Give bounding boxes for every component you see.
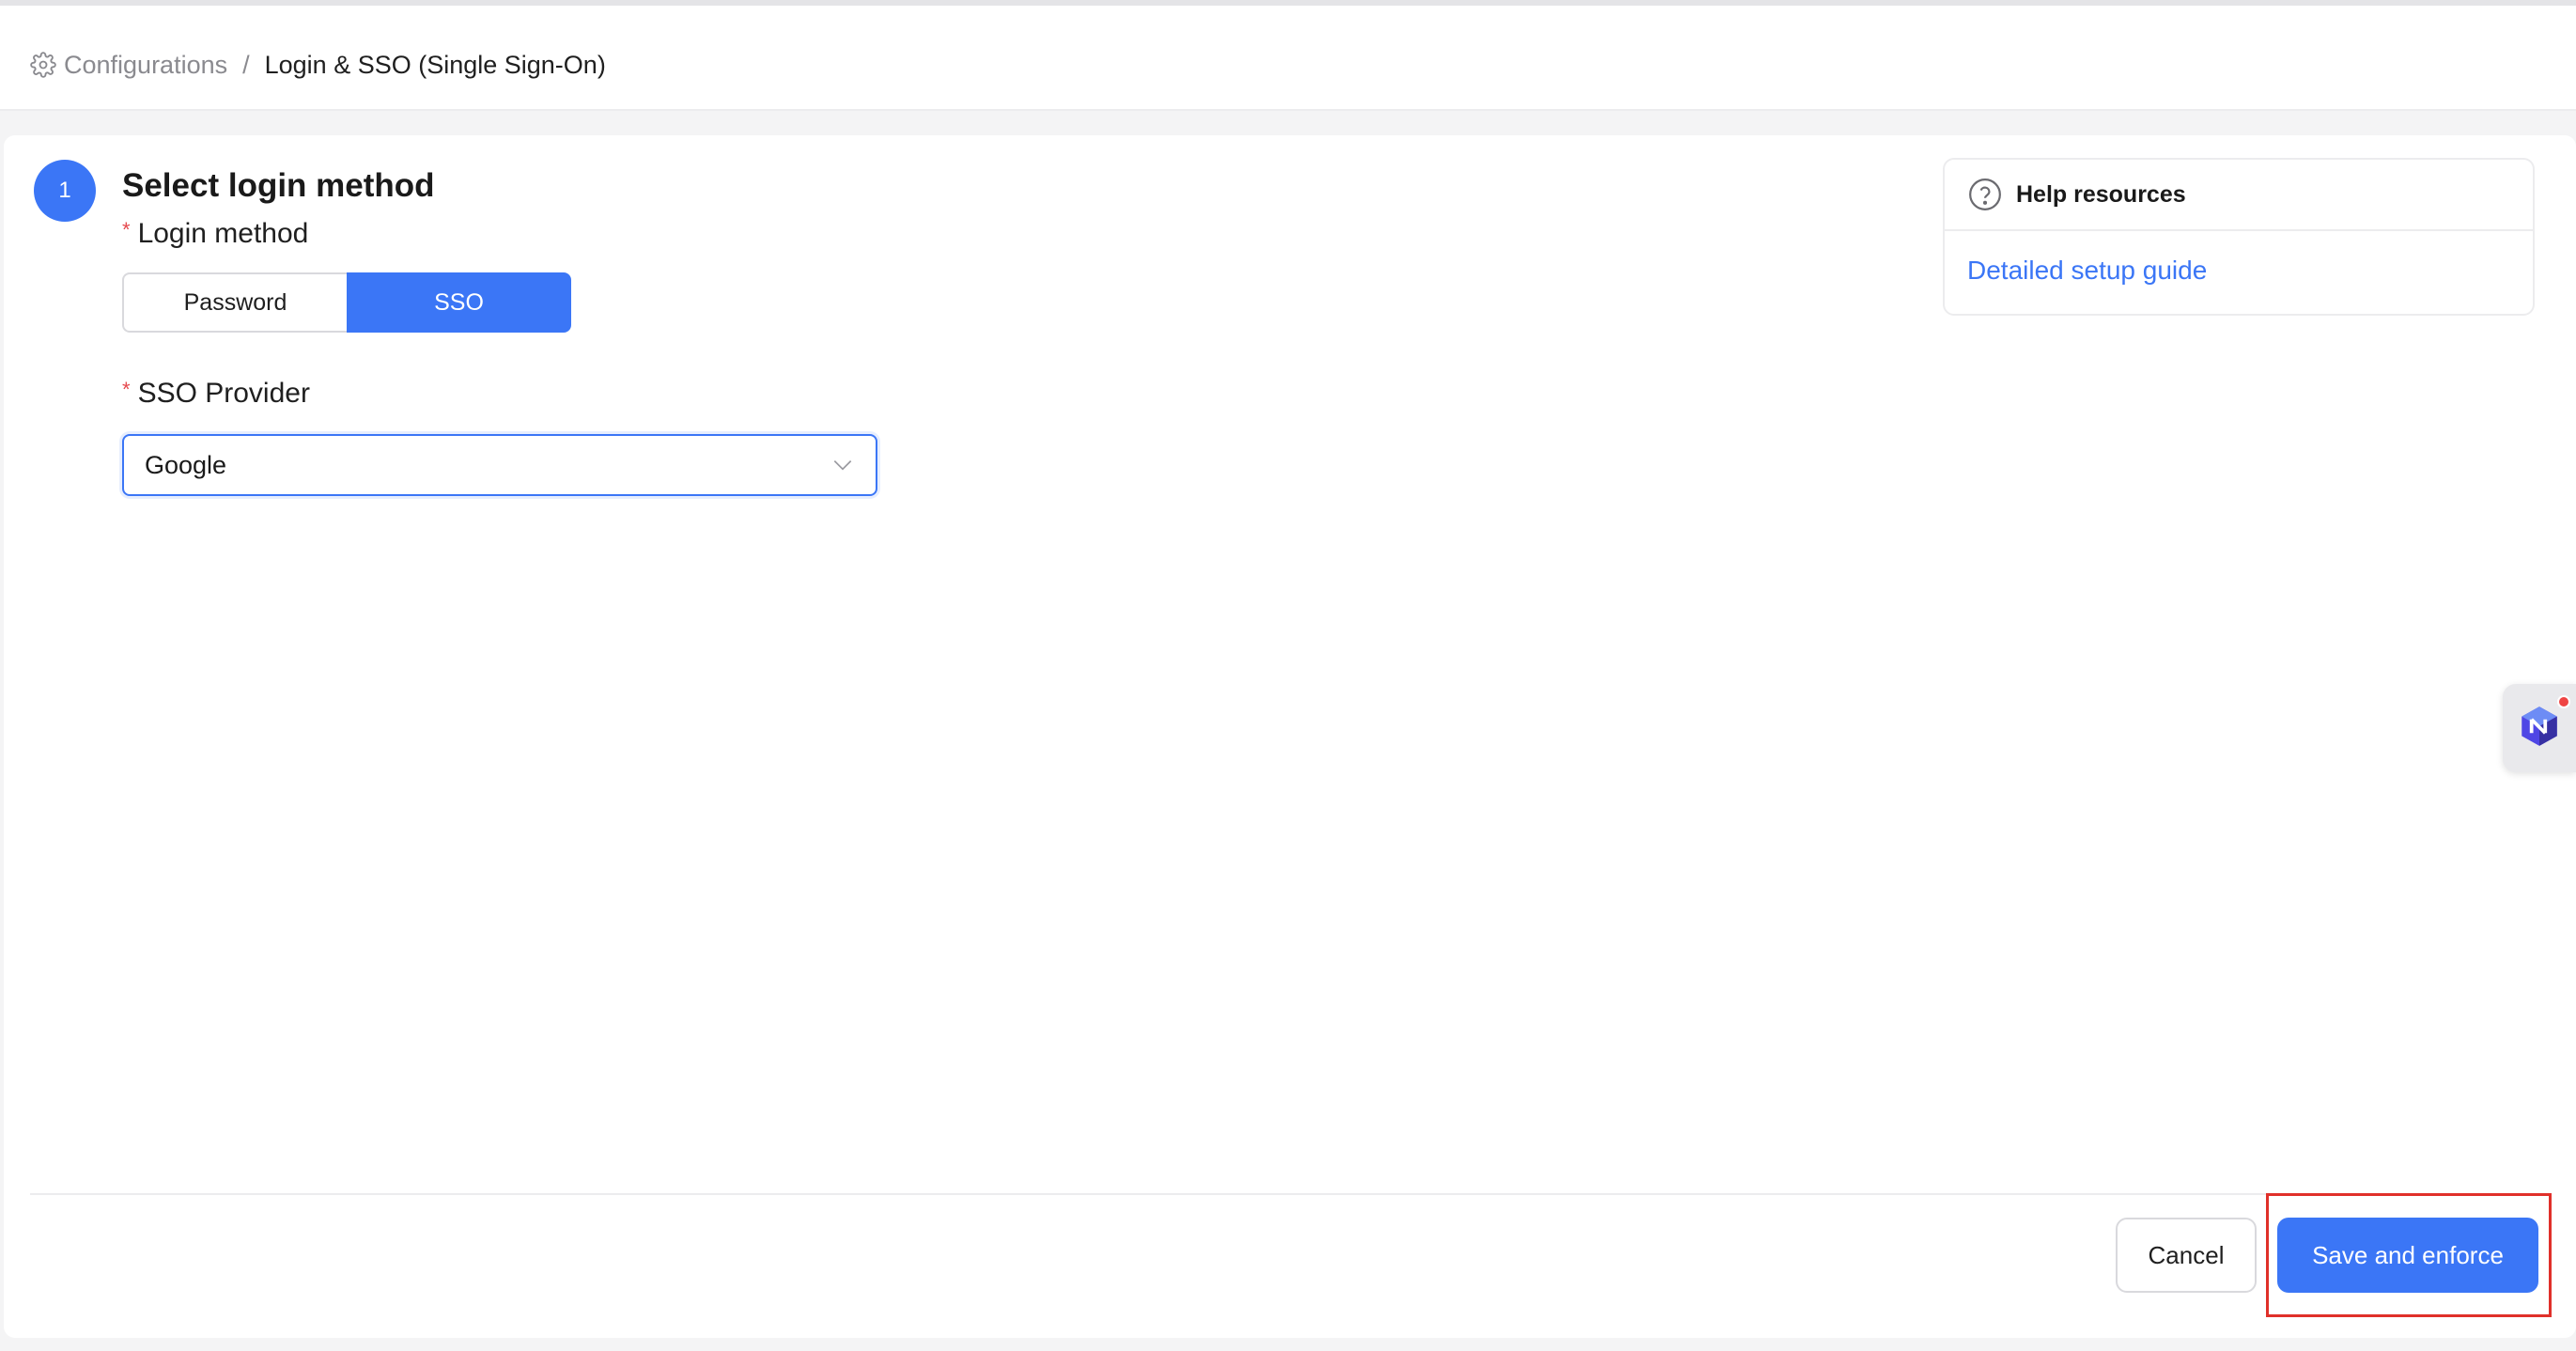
gear-icon [30,52,56,78]
notification-dot [2557,695,2570,708]
detailed-setup-guide-link[interactable]: Detailed setup guide [1945,231,2533,286]
save-and-enforce-button[interactable]: Save and enforce [2277,1218,2538,1293]
assistant-logo-icon [2516,703,2563,754]
assistant-widget-button[interactable] [2503,684,2576,772]
footer-divider [30,1193,2550,1195]
step-number-badge: 1 [34,160,96,222]
breadcrumb-current: Login & SSO (Single Sign-On) [264,50,606,79]
required-mark: * [122,378,131,401]
sso-provider-value: Google [145,450,227,479]
help-resources-panel: Help resources Detailed setup guide [1943,158,2535,316]
help-resources-title: Help resources [2016,180,2186,208]
question-circle-icon [1967,177,2003,212]
login-method-password-option[interactable]: Password [122,272,347,333]
sso-provider-select[interactable]: Google [122,434,877,496]
login-settings-card: 1 Select login method * Login method Pass… [4,135,2576,1338]
required-mark: * [122,218,131,241]
cancel-button[interactable]: Cancel [2116,1218,2257,1293]
sso-provider-label-text: SSO Provider [137,378,310,409]
login-method-sso-option[interactable]: SSO [347,272,571,333]
page-header: Configurations / Login & SSO (Single Sig… [0,6,2576,111]
chevron-down-icon [830,453,855,477]
breadcrumb: Configurations / Login & SSO (Single Sig… [30,6,606,124]
login-method-label: * Login method [122,218,308,250]
login-method-label-text: Login method [137,218,309,249]
sso-provider-label: * SSO Provider [122,378,310,410]
help-resources-header: Help resources [1945,160,2533,231]
login-method-toggle: Password SSO [122,272,571,333]
step-title: Select login method [122,167,435,204]
breadcrumb-separator: / [242,50,250,79]
breadcrumb-configurations-link[interactable]: Configurations [64,51,227,80]
